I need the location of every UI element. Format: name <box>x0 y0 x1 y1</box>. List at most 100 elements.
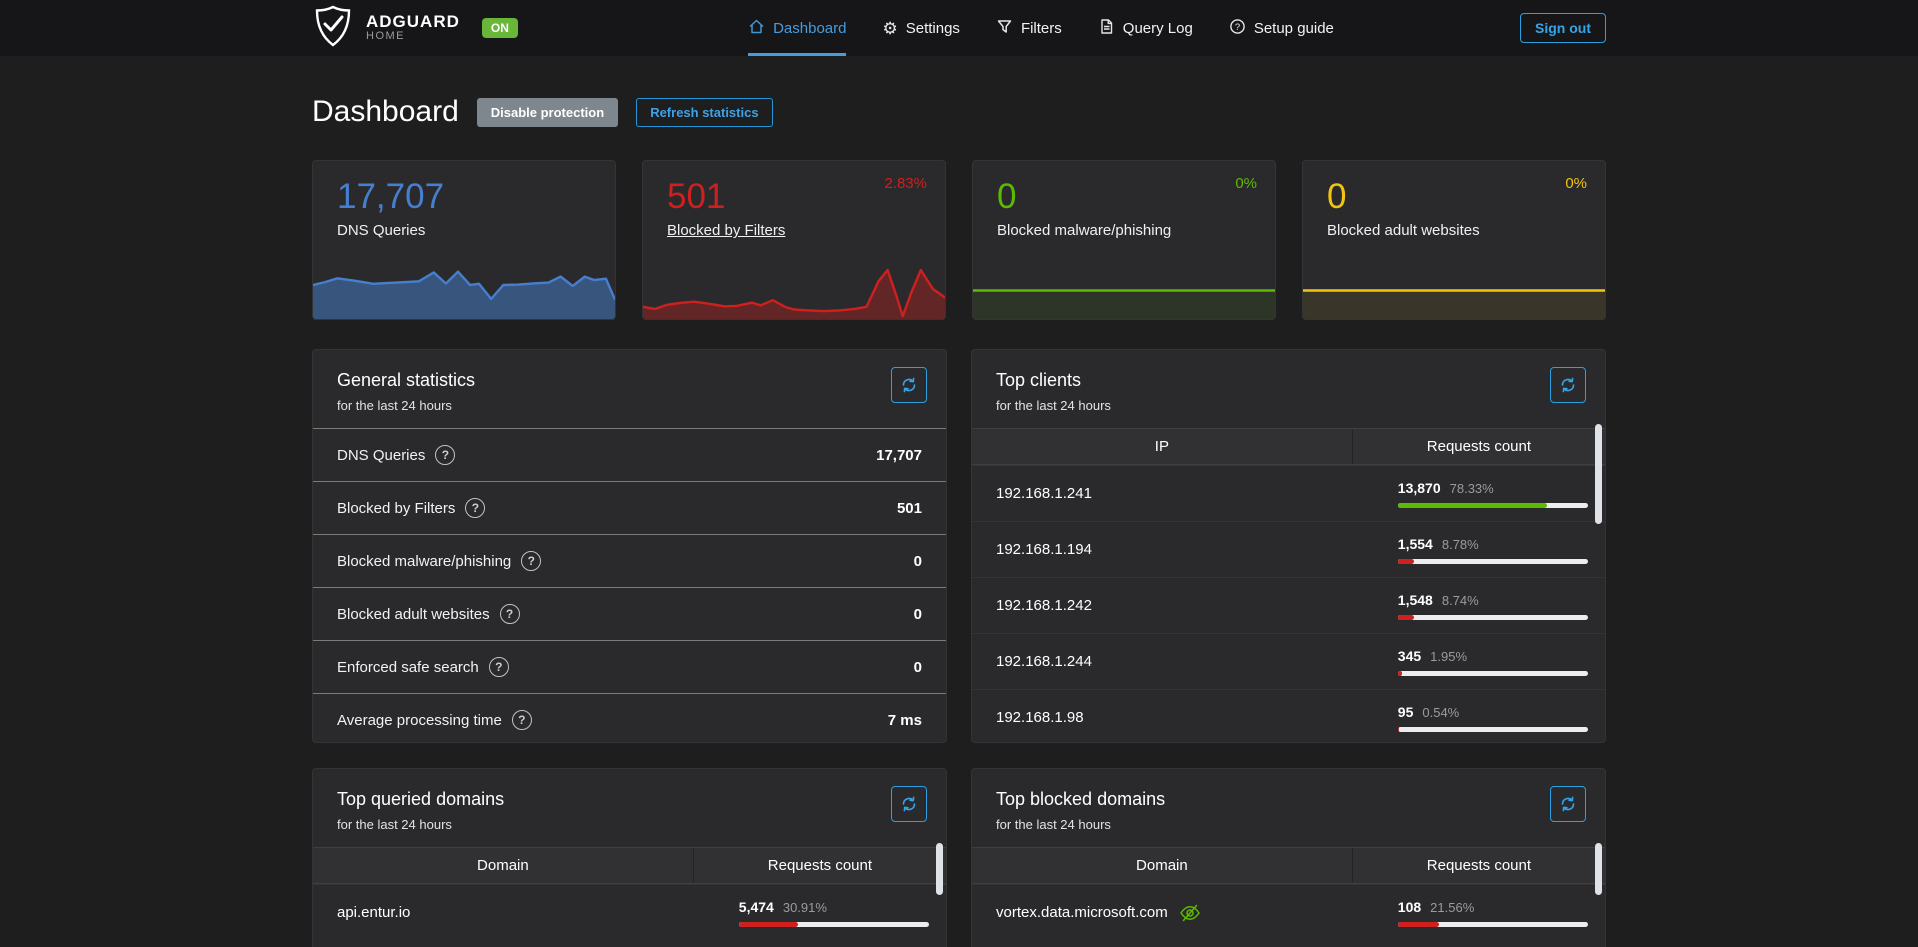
nav-settings[interactable]: ⚙ Settings <box>882 0 959 56</box>
client-count: 95 <box>1398 704 1414 720</box>
brand: ADGUARD HOME ON <box>312 4 562 53</box>
client-percent: 0.54% <box>1422 705 1459 720</box>
column-header-domain: Domain <box>313 848 693 883</box>
blocked-filters-percent: 2.83% <box>884 175 927 192</box>
blocked-filters-sparkline <box>643 262 945 319</box>
blocked-malware-label: Blocked malware/phishing <box>997 222 1275 239</box>
blocked-malware-sparkline <box>973 262 1275 319</box>
client-ip[interactable]: 192.168.1.242 <box>972 597 1352 614</box>
stat-value: 501 <box>897 500 922 517</box>
help-icon[interactable]: ? <box>465 498 485 518</box>
stat-row: Enforced safe search? 0 <box>313 640 946 693</box>
stat-label: Average processing time <box>337 712 502 729</box>
blocked-malware-percent: 0% <box>1235 175 1257 192</box>
main-nav: Dashboard ⚙ Settings Filters <box>562 0 1520 56</box>
stat-label: Blocked adult websites <box>337 606 490 623</box>
top-blocked-refresh-button[interactable] <box>1550 786 1586 822</box>
scrollbar-thumb[interactable] <box>936 843 943 895</box>
blocked-domain[interactable]: vortex.data.microsoft.com <box>996 904 1168 921</box>
top-clients-table-header: IP Requests count <box>972 428 1605 465</box>
help-icon[interactable]: ? <box>521 551 541 571</box>
scrollbar-thumb[interactable] <box>1595 424 1602 524</box>
client-progress-bar <box>1398 503 1588 508</box>
stat-row: Blocked malware/phishing? 0 <box>313 534 946 587</box>
sign-out-button[interactable]: Sign out <box>1520 13 1606 43</box>
client-progress-bar <box>1398 615 1588 620</box>
help-icon[interactable]: ? <box>489 657 509 677</box>
navbar: ADGUARD HOME ON Dashboard ⚙ Settings <box>0 0 1918 56</box>
brand-sub: HOME <box>366 31 460 43</box>
client-ip[interactable]: 192.168.1.244 <box>972 653 1352 670</box>
client-count: 1,554 <box>1398 536 1433 552</box>
column-header-requests-count: Requests count <box>1352 429 1605 464</box>
eye-slash-icon <box>1179 902 1201 924</box>
blocked-filters-link[interactable]: Blocked by Filters <box>667 222 945 239</box>
general-statistics-panel: General statistics for the last 24 hours… <box>312 349 947 743</box>
stat-value: 7 ms <box>888 712 922 729</box>
funnel-icon <box>996 18 1013 39</box>
card-blocked-by-filters: 2.83% 501 Blocked by Filters <box>642 160 946 320</box>
svg-text:?: ? <box>1235 22 1240 33</box>
gear-icon: ⚙ <box>882 20 897 37</box>
client-percent: 8.78% <box>1442 537 1479 552</box>
client-percent: 8.74% <box>1442 593 1479 608</box>
client-count: 13,870 <box>1398 480 1441 496</box>
nav-settings-label: Settings <box>906 20 960 37</box>
top-clients-refresh-button[interactable] <box>1550 367 1586 403</box>
general-statistics-title: General statistics <box>337 370 922 391</box>
domain-count: 108 <box>1398 899 1421 915</box>
client-progress-bar <box>1398 559 1588 564</box>
scrollbar-thumb[interactable] <box>1595 843 1602 895</box>
top-clients-scrollbar <box>1595 424 1602 740</box>
top-queried-refresh-button[interactable] <box>891 786 927 822</box>
card-blocked-adult: 0% 0 Blocked adult websites <box>1302 160 1606 320</box>
top-blocked-table-header: Domain Requests count <box>972 847 1605 884</box>
top-blocked-title: Top blocked domains <box>996 789 1581 810</box>
client-progress-bar <box>1398 727 1588 732</box>
domain-progress-bar <box>1398 922 1588 927</box>
queried-domain[interactable]: api.entur.io <box>313 904 693 921</box>
dns-queries-value: 17,707 <box>337 177 615 217</box>
adguard-shield-logo-icon <box>312 4 354 53</box>
card-blocked-malware: 0% 0 Blocked malware/phishing <box>972 160 1276 320</box>
domain-percent: 30.91% <box>783 900 827 915</box>
general-statistics-refresh-button[interactable] <box>891 367 927 403</box>
nav-dashboard-label: Dashboard <box>773 20 846 37</box>
client-ip[interactable]: 192.168.1.241 <box>972 485 1352 502</box>
column-header-requests-count: Requests count <box>693 848 946 883</box>
column-header-domain: Domain <box>972 848 1352 883</box>
stat-label: DNS Queries <box>337 447 425 464</box>
nav-filters[interactable]: Filters <box>996 0 1062 56</box>
client-count: 1,548 <box>1398 592 1433 608</box>
refresh-statistics-button[interactable]: Refresh statistics <box>636 98 772 127</box>
column-header-ip: IP <box>972 429 1352 464</box>
top-blocked-domains-panel: Top blocked domains for the last 24 hour… <box>971 768 1606 947</box>
stat-row: Blocked adult websites? 0 <box>313 587 946 640</box>
client-ip[interactable]: 192.168.1.98 <box>972 709 1352 726</box>
help-icon[interactable]: ? <box>435 445 455 465</box>
help-icon[interactable]: ? <box>500 604 520 624</box>
client-row: 192.168.1.194 1,554 8.78% <box>972 521 1605 577</box>
client-percent: 1.95% <box>1430 649 1467 664</box>
nav-dashboard[interactable]: Dashboard <box>748 0 846 56</box>
stat-row: DNS Queries? 17,707 <box>313 428 946 481</box>
home-icon <box>748 18 765 39</box>
nav-setup-guide-label: Setup guide <box>1254 20 1334 37</box>
refresh-icon <box>901 796 917 812</box>
protection-status-badge: ON <box>482 18 518 38</box>
page-title: Dashboard <box>312 95 459 129</box>
dns-queries-label: DNS Queries <box>337 222 615 239</box>
help-icon[interactable]: ? <box>512 710 532 730</box>
nav-setup-guide[interactable]: ? Setup guide <box>1229 0 1334 56</box>
client-ip[interactable]: 192.168.1.194 <box>972 541 1352 558</box>
stat-value: 17,707 <box>876 447 922 464</box>
blocked-adult-label: Blocked adult websites <box>1327 222 1605 239</box>
client-row: 192.168.1.244 3451.95% <box>972 633 1605 689</box>
top-blocked-scrollbar <box>1595 843 1602 947</box>
card-dns-queries: 17,707 DNS Queries <box>312 160 616 320</box>
stat-row: Average processing time? 7 ms <box>313 693 946 743</box>
client-percent: 78.33% <box>1450 481 1494 496</box>
nav-query-log[interactable]: Query Log <box>1098 0 1193 56</box>
disable-protection-button[interactable]: Disable protection <box>477 98 618 127</box>
blocked-adult-sparkline <box>1303 262 1605 319</box>
